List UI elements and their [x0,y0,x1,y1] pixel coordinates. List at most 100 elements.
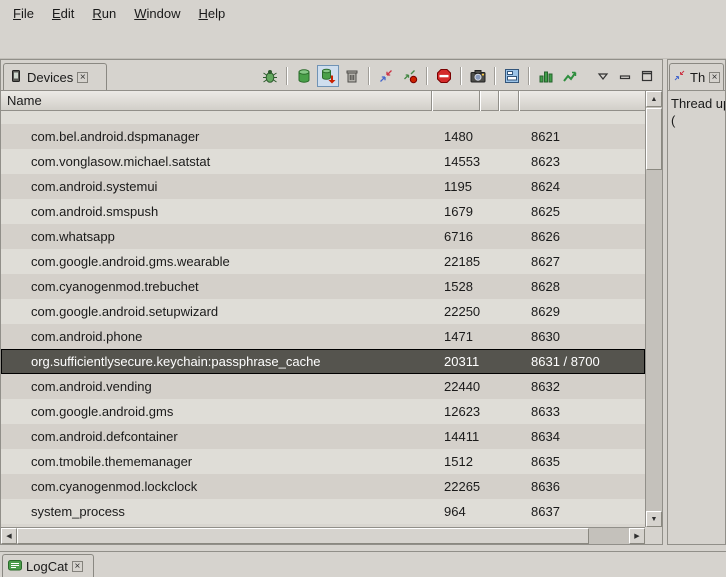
horizontal-scroll-thumb[interactable] [17,528,589,544]
column-divider[interactable] [431,91,433,111]
process-pid: 22440 [431,379,479,394]
scroll-down-button[interactable]: ▼ [646,511,662,527]
table-row[interactable]: com.android.smspush 1679 8625 [1,199,645,224]
network-stats-icon[interactable] [559,65,581,87]
process-name: com.android.systemui [1,179,431,194]
hierarchy-view-icon[interactable] [501,65,523,87]
view-menu-icon[interactable] [594,67,612,85]
table-row[interactable]: com.android.phone 1471 8630 [1,324,645,349]
table-row[interactable]: com.cyanogenmod.trebuchet 1528 8628 [1,274,645,299]
scroll-left-button[interactable]: ◀ [1,528,17,544]
devices-panel-header: Devices [1,60,662,91]
column-name[interactable]: Name [1,93,431,108]
allocation-tracker-icon[interactable] [535,65,557,87]
process-name: com.whatsapp [1,229,431,244]
process-pid: 964 [431,504,479,519]
table-row[interactable]: com.android.defcontainer 14411 8634 [1,424,645,449]
horizontal-scrollbar[interactable]: ◀ ▶ [1,527,645,544]
process-name: org.sufficientlysecure.keychain:passphra… [1,354,431,369]
process-pid: 14553 [431,154,479,169]
stop-process-icon[interactable] [433,65,455,87]
process-port: 8627 [518,254,645,269]
table-row[interactable]: com.whatsapp 6716 8626 [1,224,645,249]
vertical-scrollbar[interactable]: ▲ ▼ [645,91,662,527]
ddms-window: File Edit Run Window Help Devices [0,0,726,577]
process-pid: 22185 [431,254,479,269]
toolbar-separator [426,67,428,85]
table-column-header: Name [1,91,645,111]
menu-run[interactable]: Run [83,2,125,25]
vertical-scroll-thumb[interactable] [646,108,662,170]
cause-gc-icon[interactable] [341,65,363,87]
close-icon[interactable] [709,72,720,83]
minimize-icon[interactable] [616,67,634,85]
table-row[interactable]: com.bel.android.dspmanager 1480 8621 [1,124,645,149]
table-row[interactable]: com.google.android.gms 12623 8633 [1,399,645,424]
process-name: com.vonglasow.michael.satstat [1,154,431,169]
tab-threads-label: Threads [690,70,705,85]
process-port: 8626 [518,229,645,244]
process-table-body: com.bel.android.dspmanager 1480 8621 com… [1,124,645,524]
devices-view: Devices [0,59,663,545]
table-row[interactable]: org.sufficientlysecure.keychain:passphra… [1,349,645,374]
close-icon[interactable] [77,72,88,83]
menu-edit[interactable]: Edit [43,2,83,25]
process-table: com.bel.android.dspmanager 1480 8621 com… [1,111,645,527]
process-pid: 1195 [431,179,479,194]
process-port: 8630 [518,329,645,344]
devices-toolbar [258,65,658,87]
process-port: 8636 [518,479,645,494]
menubar: File Edit Run Window Help [0,0,726,26]
process-name: com.tmobile.thememanager [1,454,431,469]
table-row[interactable]: com.android.vending 22440 8632 [1,374,645,399]
threads-message: Thread up ( [668,91,725,544]
menu-help[interactable]: Help [189,2,234,25]
scroll-right-button[interactable]: ▶ [629,528,645,544]
tab-logcat[interactable]: LogCat [2,554,94,577]
close-icon[interactable] [72,561,83,572]
tab-devices[interactable]: Devices [3,63,107,90]
threads-panel-header: Threads [668,60,725,91]
tab-threads[interactable]: Threads [669,63,724,90]
dump-hprof-icon[interactable] [317,65,339,87]
column-divider[interactable] [479,91,481,111]
column-divider[interactable] [518,91,520,111]
screen-capture-icon[interactable] [467,65,489,87]
process-port: 8629 [518,304,645,319]
update-heap-icon[interactable] [293,65,315,87]
table-row-partial[interactable] [1,111,645,124]
process-name: com.android.defcontainer [1,429,431,444]
table-row[interactable]: com.tmobile.thememanager 1512 8635 [1,449,645,474]
column-divider[interactable] [498,91,500,111]
menu-window[interactable]: Window [125,2,189,25]
process-port: 8628 [518,279,645,294]
method-profiling-icon[interactable] [399,65,421,87]
process-pid: 6716 [431,229,479,244]
maximize-icon[interactable] [638,67,656,85]
process-name: system_process [1,504,431,519]
scroll-up-button[interactable]: ▲ [646,91,662,107]
process-name: com.cyanogenmod.lockclock [1,479,431,494]
process-pid: 1528 [431,279,479,294]
process-name: com.android.smspush [1,204,431,219]
process-port: 8632 [518,379,645,394]
tab-logcat-label: LogCat [26,559,68,574]
process-pid: 1471 [431,329,479,344]
table-row[interactable]: com.google.android.setupwizard 22250 862… [1,299,645,324]
table-row[interactable]: com.cyanogenmod.lockclock 22265 8636 [1,474,645,499]
menu-file[interactable]: File [4,2,43,25]
tab-devices-label: Devices [27,70,73,85]
table-row[interactable]: system_process 964 8637 [1,499,645,524]
process-pid: 14411 [431,429,479,444]
update-threads-icon[interactable] [375,65,397,87]
logcat-view-strip: LogCat [0,551,726,577]
threads-view: Threads Thread up ( [667,59,726,545]
table-row[interactable]: com.google.android.gms.wearable 22185 86… [1,249,645,274]
table-row[interactable]: com.vonglasow.michael.satstat 14553 8623 [1,149,645,174]
table-row[interactable]: com.android.systemui 1195 8624 [1,174,645,199]
process-pid: 1480 [431,129,479,144]
process-name: com.google.android.gms.wearable [1,254,431,269]
debug-process-icon[interactable] [259,65,281,87]
toolbar-separator [460,67,462,85]
process-port: 8621 [518,129,645,144]
